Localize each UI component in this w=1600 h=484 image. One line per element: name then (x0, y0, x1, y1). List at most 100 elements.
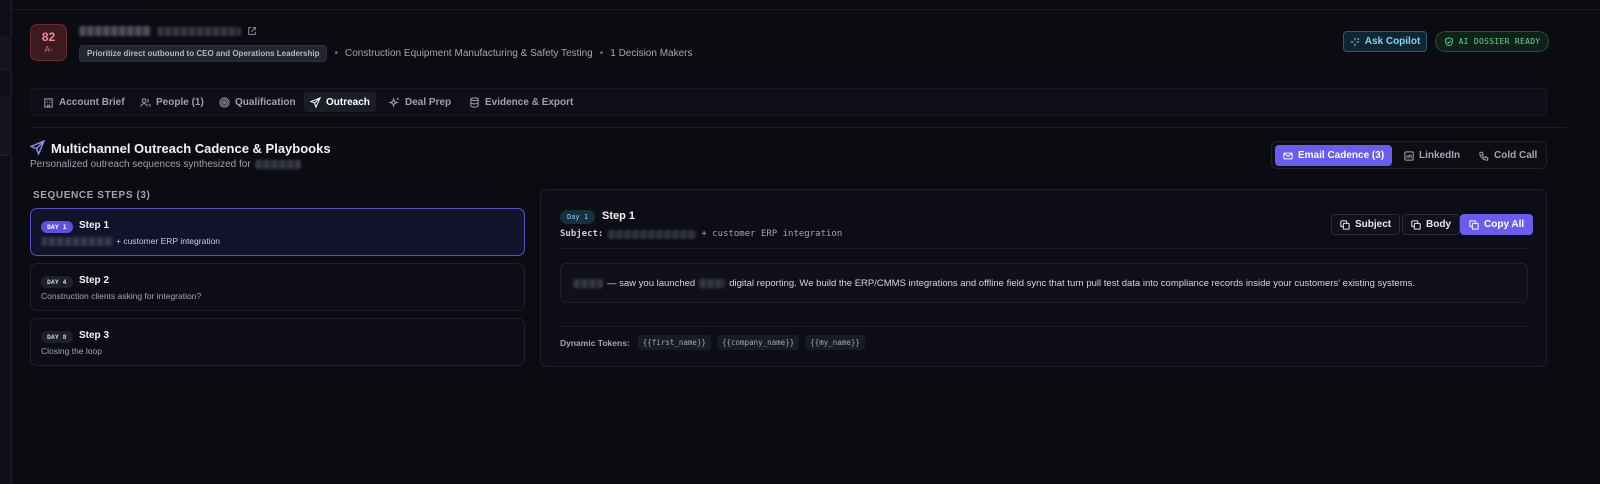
day-pill: DAY 1 (41, 221, 73, 233)
tab-label: Deal Prep (405, 96, 452, 108)
target-icon (219, 96, 230, 108)
copy-subject-label: Subject (1355, 219, 1392, 230)
tab-outreach[interactable]: Outreach (304, 92, 376, 112)
score-grade: A- (44, 44, 53, 54)
send-icon (310, 96, 321, 108)
channel-label: LinkedIn (1419, 150, 1461, 161)
step-detail-panel: Day 1 Step 1 Subject: + customer ERP int… (540, 189, 1547, 367)
dossier-status-badge: AI DOSSIER READY (1435, 31, 1549, 52)
token-chip[interactable]: {{company_name}} (716, 335, 800, 350)
tokens-divider (560, 326, 1528, 327)
external-link-icon[interactable] (247, 26, 257, 36)
industry-label: Construction Equipment Manufacturing & S… (344, 48, 593, 59)
phone-icon (1479, 151, 1489, 161)
send-icon (30, 140, 45, 155)
tab-label: Account Brief (59, 96, 125, 108)
section-subtitle-text: Personalized outreach sequences synthesi… (30, 159, 251, 170)
tab-people[interactable]: People (1) (134, 92, 210, 112)
step-subtitle-text: + customer ERP integration (116, 236, 221, 246)
rail-item[interactable] (0, 36, 12, 70)
shield-check-icon (1444, 36, 1453, 46)
email-body-text: — saw you launched digital reporting. We… (573, 278, 1415, 289)
section-title: Multichannel Outreach Cadence & Playbook… (51, 141, 331, 156)
tab-label: Evidence & Export (485, 96, 574, 108)
token-chip[interactable]: {{my_name}} (805, 335, 865, 350)
step-title: Step 1 (79, 220, 110, 231)
header-meta: Prioritize direct outbound to CEO and Op… (79, 45, 693, 62)
step-subtitle: Construction clients asking for integrat… (41, 291, 201, 301)
channel-email-cadence[interactable]: Email Cadence (3) (1275, 145, 1393, 166)
decision-makers-label: 1 Decision Makers (610, 48, 693, 59)
company-name[interactable] (79, 26, 257, 36)
copy-body-button[interactable]: Body (1402, 214, 1460, 235)
channel-linkedin[interactable]: LinkedIn (1396, 145, 1468, 166)
channel-label: Email Cadence (3) (1298, 150, 1385, 161)
ask-copilot-button[interactable]: Ask Copilot (1343, 31, 1427, 52)
people-icon (140, 97, 151, 107)
tab-account-brief[interactable]: Account Brief (37, 92, 131, 112)
email-body-part1: — saw you launched (607, 278, 696, 289)
copy-all-button[interactable]: Copy All (1460, 214, 1534, 235)
subject-label: Subject: (560, 229, 604, 239)
score-badge: 82 A- (30, 24, 67, 61)
tab-evidence-export[interactable]: Evidence & Export (463, 92, 579, 112)
mail-icon (1283, 152, 1293, 159)
copy-icon (1340, 219, 1350, 230)
copy-subject-button[interactable]: Subject (1331, 214, 1401, 235)
step-subtitle: Closing the loop (41, 346, 102, 356)
tab-label: Qualification (235, 96, 296, 108)
redacted-company-name (79, 26, 151, 36)
tab-bar: Account Brief People (1) Qualification O… (30, 88, 1547, 116)
copy-all-label: Copy All (1484, 219, 1525, 230)
building-icon (44, 97, 53, 108)
detail-day-pill: Day 1 (560, 210, 596, 224)
step-subtitle: + customer ERP integration (41, 236, 220, 246)
rail-item[interactable] (0, 96, 12, 156)
redacted-company-domain (157, 26, 241, 36)
day-pill: DAY 8 (41, 331, 73, 343)
token-chip[interactable]: {{first_name}} (637, 335, 711, 350)
day-pill: DAY 4 (41, 276, 73, 288)
detail-title: Step 1 (602, 210, 636, 222)
section-divider (30, 127, 1566, 128)
dynamic-tokens: Dynamic Tokens: {{first_name}} {{company… (560, 335, 865, 350)
subject-value: + customer ERP integration (701, 229, 843, 239)
redacted-company (254, 160, 301, 169)
top-divider (12, 9, 1600, 10)
email-body-part2: digital reporting. We build the ERP/CMMS… (729, 278, 1415, 289)
redacted-subject-part (41, 236, 113, 246)
priority-pill: Prioritize direct outbound to CEO and Op… (79, 45, 328, 62)
section-subtitle: Personalized outreach sequences synthesi… (30, 159, 301, 170)
separator-dot: • (599, 48, 604, 59)
step-card-1[interactable]: DAY 1 Step 1 + customer ERP integration (30, 208, 525, 256)
redacted-first-name (573, 279, 603, 288)
step-title: Step 3 (79, 330, 110, 341)
channel-cold-call[interactable]: Cold Call (1471, 145, 1545, 166)
dossier-status-label: AI DOSSIER READY (1458, 37, 1541, 46)
dynamic-tokens-label: Dynamic Tokens: (560, 337, 630, 348)
copy-body-label: Body (1426, 219, 1451, 230)
step-title: Step 2 (79, 275, 110, 286)
copy-icon (1469, 219, 1479, 230)
step-subtitle-text: Construction clients asking for integrat… (41, 291, 202, 301)
database-icon (470, 96, 479, 108)
score-value: 82 (41, 29, 56, 44)
sparkles-icon (389, 96, 399, 108)
channel-label: Cold Call (1494, 150, 1538, 161)
tab-deal-prep[interactable]: Deal Prep (383, 92, 457, 112)
tab-label: Outreach (326, 96, 370, 108)
step-card-2[interactable]: DAY 4 Step 2 Construction clients asking… (30, 263, 525, 311)
separator-dot: • (334, 48, 338, 59)
email-body[interactable]: — saw you launched digital reporting. We… (560, 263, 1528, 303)
tab-label: People (1) (156, 96, 204, 108)
redacted-company (699, 279, 726, 288)
step-card-3[interactable]: DAY 8 Step 3 Closing the loop (30, 318, 525, 366)
linkedin-icon (1404, 150, 1414, 161)
left-rail (0, 0, 12, 484)
redacted-subject-part (608, 229, 697, 239)
sequence-steps-heading: SEQUENCE STEPS (3) (33, 190, 151, 201)
tab-qualification[interactable]: Qualification (213, 92, 302, 112)
ask-copilot-label: Ask Copilot (1364, 36, 1421, 47)
copy-icon (1411, 219, 1421, 230)
channel-toggle: Email Cadence (3) LinkedIn Cold Call (1271, 141, 1547, 169)
